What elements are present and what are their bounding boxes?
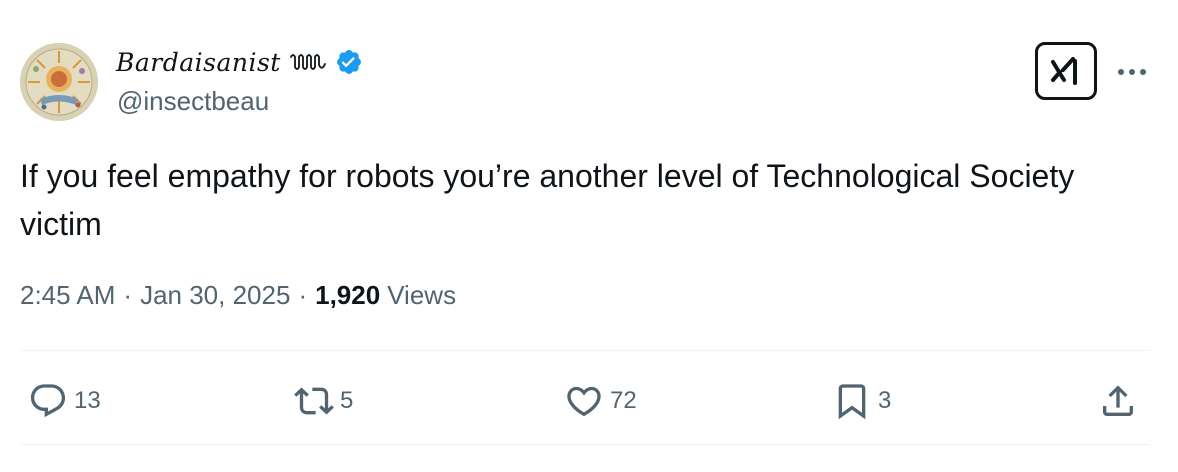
verified-badge-icon [335,48,363,76]
avatar[interactable] [20,43,98,121]
tweet-meta: 2:45 AM · Jan 30, 2025 · 1,920 Views [20,280,456,311]
reply-count: 13 [74,387,101,414]
reply-icon [30,384,66,418]
divider [20,444,1150,445]
meta-separator: · [123,280,133,310]
reply-button[interactable]: 13 [28,376,101,426]
meta-separator: · [298,280,308,310]
sun-medallion-avatar [20,43,98,121]
heart-icon [567,386,601,417]
like-button[interactable]: 72 [564,376,637,426]
share-button[interactable] [1098,376,1138,426]
grok-button[interactable] [1035,42,1097,100]
tweet-date[interactable]: Jan 30, 2025 [140,280,290,311]
share-icon [1103,385,1133,416]
repost-icon [294,387,334,415]
grok-icon [1051,57,1077,85]
views-count: 1,920 [315,280,381,310]
action-bar: 13 5 72 3 [20,376,1150,426]
bookmark-count: 3 [878,387,892,414]
repost-count: 5 [340,387,354,414]
more-options-icon [1118,69,1146,75]
author-display-name[interactable]: Bardaisanist [116,48,281,77]
author-name-row[interactable]: Bardaisanist [116,44,363,80]
bookmark-icon [838,384,866,420]
tweet-time[interactable]: 2:45 AM [20,280,115,311]
repost-button[interactable]: 5 [294,376,353,426]
like-count: 72 [610,387,637,414]
decorative-glyph-icon [289,51,327,73]
tweet-text: If you feel empathy for robots you’re an… [20,158,1075,242]
bookmark-button[interactable]: 3 [832,376,891,426]
more-options-button[interactable] [1112,58,1152,86]
views-label: Views [387,280,457,310]
author-handle[interactable]: @insectbeau [117,86,269,117]
divider [20,350,1150,351]
